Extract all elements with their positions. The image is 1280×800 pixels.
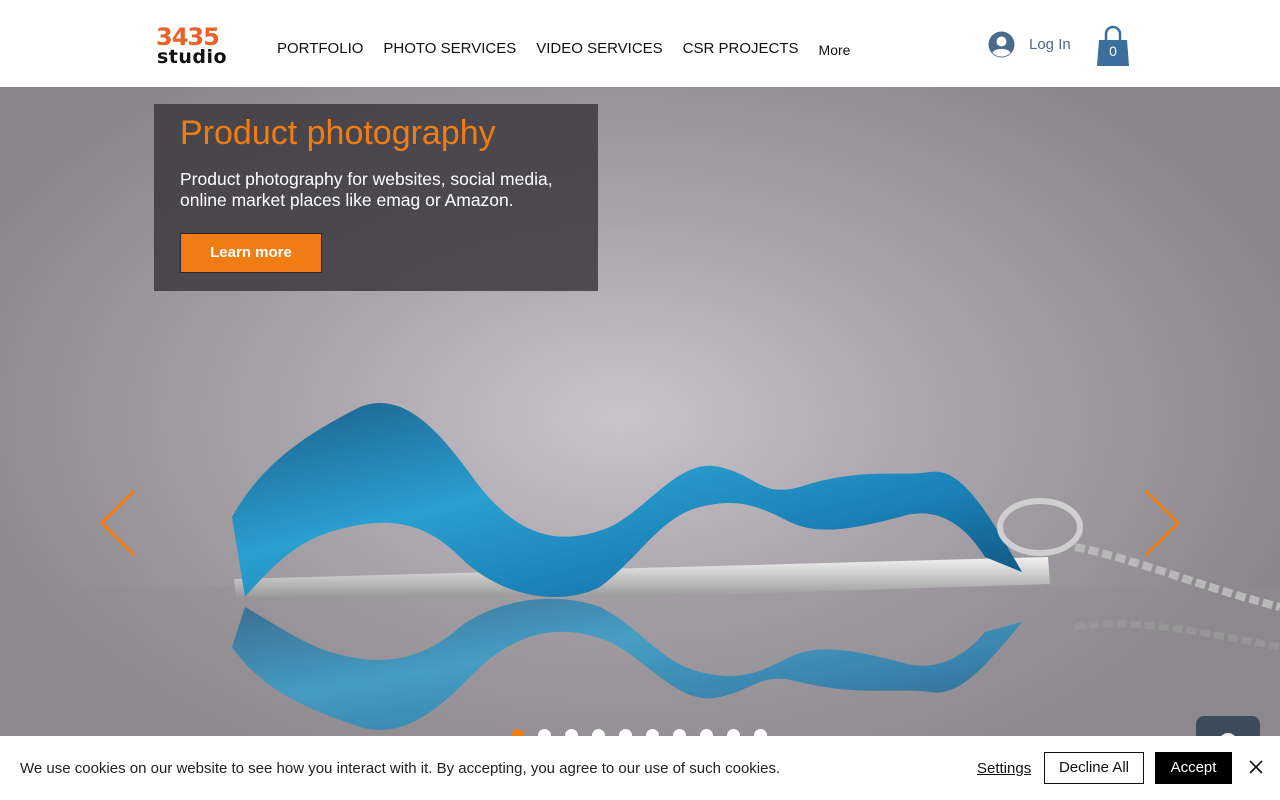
login-button[interactable]: Log In (988, 31, 1071, 58)
decline-all-button[interactable]: Decline All (1044, 752, 1144, 784)
login-label: Log In (1029, 36, 1071, 53)
close-icon (1249, 760, 1263, 774)
nav-item-photo-services[interactable]: PHOTO SERVICES (373, 38, 526, 61)
cookie-message: We use cookies on our website to see how… (20, 760, 781, 777)
learn-more-button[interactable]: Learn more (180, 233, 322, 273)
logo-word: studio (157, 46, 228, 68)
next-slide-button[interactable] (1142, 487, 1182, 559)
cookie-banner: We use cookies on our website to see how… (0, 736, 1280, 800)
main-nav: PORTFOLIO PHOTO SERVICES VIDEO SERVICES … (267, 38, 860, 61)
nav-item-csr-projects[interactable]: CSR PROJECTS (673, 38, 809, 61)
user-avatar-icon (988, 31, 1015, 58)
cart-count: 0 (1109, 43, 1117, 59)
nav-item-more[interactable]: More (809, 38, 861, 61)
site-header: 3435 studio PORTFOLIO PHOTO SERVICES VID… (0, 0, 1280, 87)
chevron-left-icon (99, 489, 136, 557)
close-cookie-button[interactable] (1248, 759, 1264, 775)
nav-item-video-services[interactable]: VIDEO SERVICES (526, 38, 672, 61)
hero-title: Product photography (180, 114, 496, 152)
cart-button[interactable]: 0 (1096, 25, 1130, 67)
cookie-settings-link[interactable]: Settings (977, 760, 1031, 777)
chevron-right-icon (1144, 489, 1181, 557)
hero-description: Product photography for websites, social… (180, 169, 553, 210)
accept-button[interactable]: Accept (1155, 752, 1232, 784)
site-logo[interactable]: 3435 studio (156, 24, 228, 68)
prev-slide-button[interactable] (98, 487, 138, 559)
nav-item-portfolio[interactable]: PORTFOLIO (267, 38, 373, 61)
hero-caption-box: Product photography Product photography … (154, 104, 598, 291)
